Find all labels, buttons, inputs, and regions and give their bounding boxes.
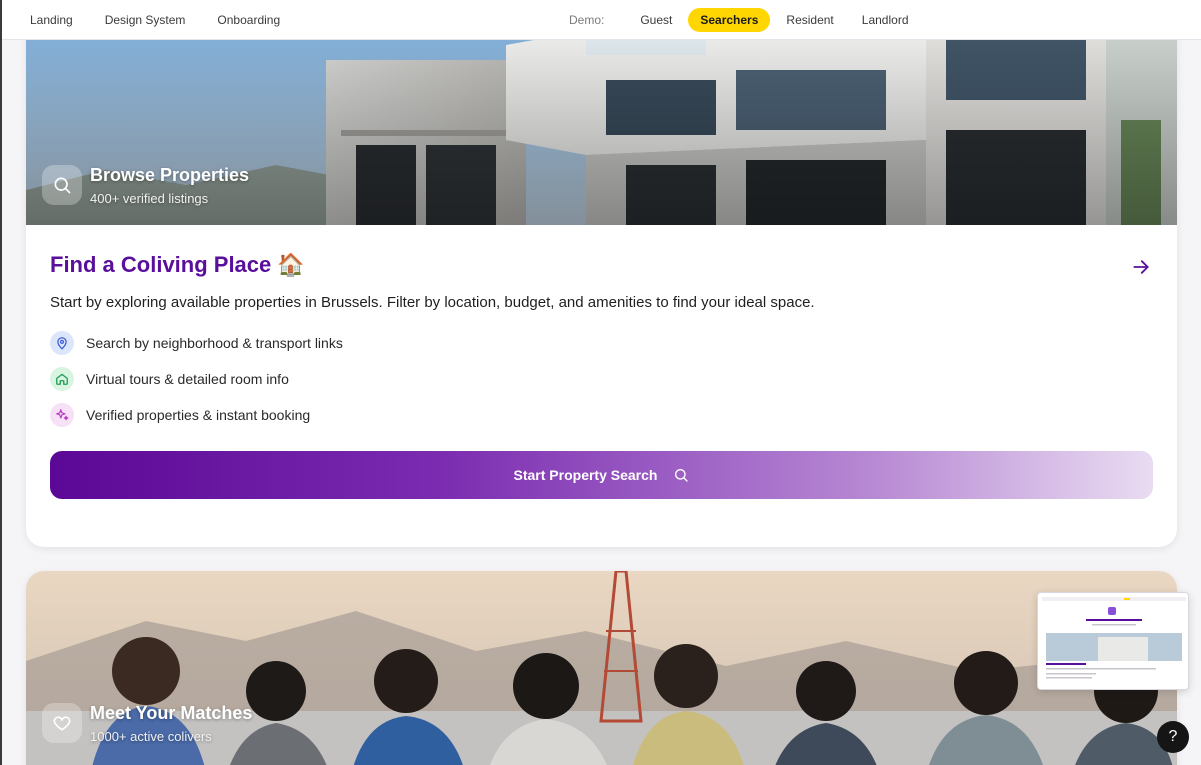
demo-label: Demo: [569, 13, 605, 27]
feature-item: Virtual tours & detailed room info [50, 367, 289, 391]
card-title: Find a Coliving Place 🏠 [50, 252, 305, 277]
demo-tab-searchers[interactable]: Searchers [688, 8, 771, 32]
window-edge [0, 0, 2, 765]
cta-label: Start Property Search [513, 467, 658, 483]
search-icon [42, 165, 82, 205]
hero-subtitle: 400+ verified listings [90, 191, 209, 206]
demo-tab-guest[interactable]: Guest [628, 8, 684, 32]
feature-item: Verified properties & instant booking [50, 403, 310, 427]
top-navigation: Landing Design System Onboarding Demo: G… [0, 0, 1201, 40]
nav-link-onboarding[interactable]: Onboarding [217, 13, 280, 27]
demo-switcher: Demo: Guest Searchers Resident Landlord [569, 0, 925, 40]
map-pin-icon [50, 331, 74, 355]
matches-hero-image: Meet Your Matches 1000+ active colivers [26, 571, 1177, 765]
nav-links: Landing Design System Onboarding [30, 0, 280, 40]
demo-tab-landlord[interactable]: Landlord [850, 8, 921, 32]
hero-subtitle: 1000+ active colivers [90, 729, 212, 744]
home-icon [50, 367, 74, 391]
start-property-search-button[interactable]: Start Property Search [50, 451, 1153, 499]
feature-text: Verified properties & instant booking [86, 407, 311, 423]
browse-properties-card[interactable]: Browse Properties 400+ verified listings… [26, 20, 1177, 547]
feature-item: Search by neighborhood & transport links [50, 331, 343, 355]
feature-text: Search by neighborhood & transport links [86, 335, 343, 351]
demo-tab-resident[interactable]: Resident [774, 8, 845, 32]
hero-title: Meet Your Matches [90, 703, 253, 723]
heart-icon [42, 703, 82, 743]
nav-link-design-system[interactable]: Design System [105, 13, 186, 27]
hero-title: Browse Properties [90, 165, 250, 185]
arrow-right-icon[interactable] [1128, 254, 1154, 280]
property-hero-image: Browse Properties 400+ verified listings [26, 20, 1177, 225]
card-description: Start by exploring available properties … [50, 294, 815, 311]
nav-link-landing[interactable]: Landing [30, 13, 73, 27]
preview-image [1038, 593, 1188, 689]
help-button[interactable]: ? [1157, 721, 1189, 753]
search-icon [675, 469, 689, 482]
sparkles-icon [50, 403, 74, 427]
feature-text: Virtual tours & detailed room info [86, 371, 289, 387]
meet-matches-card[interactable]: Meet Your Matches 1000+ active colivers [26, 571, 1177, 765]
page-preview-thumbnail[interactable] [1037, 592, 1189, 690]
